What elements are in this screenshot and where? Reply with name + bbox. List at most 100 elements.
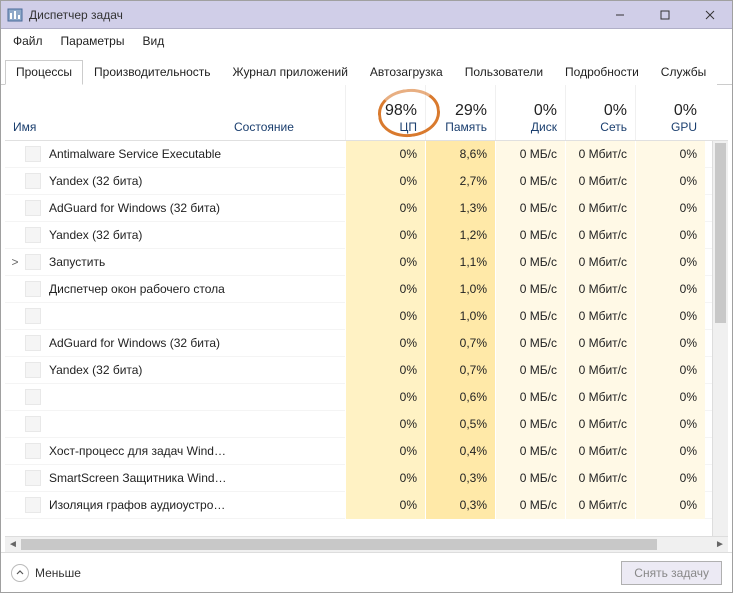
tab-details[interactable]: Подробности: [554, 60, 650, 85]
table-row[interactable]: Хост-процесс для задач Windo…0%0,4%0 МБ/…: [5, 438, 728, 465]
net-label: Сеть: [600, 120, 627, 134]
cell-cpu: 0%: [345, 438, 425, 465]
process-name: SmartScreen Защитника Windo…: [45, 471, 230, 485]
cell-memory: 0,6%: [425, 384, 495, 411]
cell-memory: 0,3%: [425, 492, 495, 519]
cell-network: 0 Мбит/с: [565, 384, 635, 411]
cell-memory: 0,4%: [425, 438, 495, 465]
cell-network: 0 Мбит/с: [565, 249, 635, 276]
process-list-pane: Имя Состояние 98% ЦП 29% Память 0% Диск …: [1, 85, 732, 552]
process-name: Yandex (32 бита): [45, 363, 230, 377]
process-icon: [25, 308, 45, 324]
table-row[interactable]: Yandex (32 бита)0%0,7%0 МБ/с0 Мбит/с0%: [5, 357, 728, 384]
cell-gpu: 0%: [635, 330, 705, 357]
maximize-button[interactable]: [642, 1, 687, 29]
table-row[interactable]: 0%1,0%0 МБ/с0 Мбит/с0%: [5, 303, 728, 330]
process-icon: [25, 470, 45, 486]
cell-network: 0 Мбит/с: [565, 276, 635, 303]
col-status[interactable]: Состояние: [230, 85, 345, 140]
disk-label: Диск: [531, 120, 557, 134]
cell-memory: 8,6%: [425, 141, 495, 168]
table-row[interactable]: SmartScreen Защитника Windo…0%0,3%0 МБ/с…: [5, 465, 728, 492]
fewer-details-button[interactable]: Меньше: [11, 564, 81, 582]
process-name: Диспетчер окон рабочего стола: [45, 282, 230, 296]
expand-toggle[interactable]: >: [5, 255, 25, 269]
vscroll-thumb[interactable]: [715, 143, 726, 323]
hscroll-left-arrow[interactable]: ◄: [5, 539, 21, 550]
cell-memory: 0,3%: [425, 465, 495, 492]
menu-file[interactable]: Файл: [5, 31, 51, 51]
cell-network: 0 Мбит/с: [565, 168, 635, 195]
process-icon: [25, 362, 45, 378]
hscroll-thumb[interactable]: [21, 539, 657, 550]
table-row[interactable]: >Запустить0%1,1%0 МБ/с0 Мбит/с0%: [5, 249, 728, 276]
end-task-button[interactable]: Снять задачу: [621, 561, 722, 585]
table-row[interactable]: Yandex (32 бита)0%2,7%0 МБ/с0 Мбит/с0%: [5, 168, 728, 195]
cell-gpu: 0%: [635, 357, 705, 384]
cell-gpu: 0%: [635, 249, 705, 276]
col-disk[interactable]: 0% Диск: [495, 85, 565, 140]
process-name: Запустить: [45, 255, 230, 269]
col-memory[interactable]: 29% Память: [425, 85, 495, 140]
cell-gpu: 0%: [635, 141, 705, 168]
cell-network: 0 Мбит/с: [565, 438, 635, 465]
vertical-scrollbar[interactable]: [712, 141, 728, 536]
cell-disk: 0 МБ/с: [495, 222, 565, 249]
process-name: Yandex (32 бита): [45, 174, 230, 188]
hscroll-track[interactable]: [21, 537, 712, 552]
gpu-label: GPU: [671, 120, 697, 134]
cell-gpu: 0%: [635, 465, 705, 492]
cell-network: 0 Мбит/с: [565, 222, 635, 249]
gpu-total-pct: 0%: [674, 102, 697, 120]
col-network[interactable]: 0% Сеть: [565, 85, 635, 140]
cell-network: 0 Мбит/с: [565, 330, 635, 357]
col-cpu[interactable]: 98% ЦП: [345, 85, 425, 140]
cell-disk: 0 МБ/с: [495, 492, 565, 519]
process-icon: [25, 173, 45, 189]
cell-network: 0 Мбит/с: [565, 411, 635, 438]
tab-processes[interactable]: Процессы: [5, 60, 83, 85]
table-row[interactable]: 0%0,6%0 МБ/с0 Мбит/с0%: [5, 384, 728, 411]
table-row[interactable]: Изоляция графов аудиоустро…0%0,3%0 МБ/с0…: [5, 492, 728, 519]
cell-disk: 0 МБ/с: [495, 168, 565, 195]
process-icon: [25, 416, 45, 432]
tab-strip: Процессы Производительность Журнал прило…: [1, 59, 732, 85]
table-row[interactable]: AdGuard for Windows (32 бита)0%1,3%0 МБ/…: [5, 195, 728, 222]
cell-cpu: 0%: [345, 465, 425, 492]
process-icon: [25, 497, 45, 513]
tab-performance[interactable]: Производительность: [83, 60, 221, 85]
process-icon: [25, 227, 45, 243]
table-row[interactable]: Antimalware Service Executable0%8,6%0 МБ…: [5, 141, 728, 168]
minimize-button[interactable]: [597, 1, 642, 29]
cell-cpu: 0%: [345, 303, 425, 330]
cell-memory: 1,0%: [425, 276, 495, 303]
menu-view[interactable]: Вид: [134, 31, 172, 51]
table-row[interactable]: AdGuard for Windows (32 бита)0%0,7%0 МБ/…: [5, 330, 728, 357]
menu-options[interactable]: Параметры: [53, 31, 133, 51]
close-button[interactable]: [687, 1, 732, 29]
cell-disk: 0 МБ/с: [495, 357, 565, 384]
cell-cpu: 0%: [345, 492, 425, 519]
process-icon: [25, 443, 45, 459]
tab-users[interactable]: Пользователи: [454, 60, 554, 85]
cell-gpu: 0%: [635, 411, 705, 438]
process-rows: Antimalware Service Executable0%8,6%0 МБ…: [5, 141, 728, 536]
cell-cpu: 0%: [345, 330, 425, 357]
hscroll-right-arrow[interactable]: ►: [712, 539, 728, 550]
cell-memory: 1,0%: [425, 303, 495, 330]
process-name: Antimalware Service Executable: [45, 147, 230, 161]
cell-disk: 0 МБ/с: [495, 465, 565, 492]
table-row[interactable]: 0%0,5%0 МБ/с0 Мбит/с0%: [5, 411, 728, 438]
col-gpu[interactable]: 0% GPU: [635, 85, 705, 140]
table-row[interactable]: Диспетчер окон рабочего стола0%1,0%0 МБ/…: [5, 276, 728, 303]
tab-apphistory[interactable]: Журнал приложений: [222, 60, 359, 85]
tab-services[interactable]: Службы: [650, 60, 717, 85]
cell-gpu: 0%: [635, 168, 705, 195]
process-name: AdGuard for Windows (32 бита): [45, 201, 230, 215]
horizontal-scrollbar[interactable]: ◄ ►: [5, 536, 728, 552]
cell-gpu: 0%: [635, 384, 705, 411]
tab-startup[interactable]: Автозагрузка: [359, 60, 454, 85]
col-name[interactable]: Имя: [5, 85, 230, 140]
cell-cpu: 0%: [345, 222, 425, 249]
table-row[interactable]: Yandex (32 бита)0%1,2%0 МБ/с0 Мбит/с0%: [5, 222, 728, 249]
